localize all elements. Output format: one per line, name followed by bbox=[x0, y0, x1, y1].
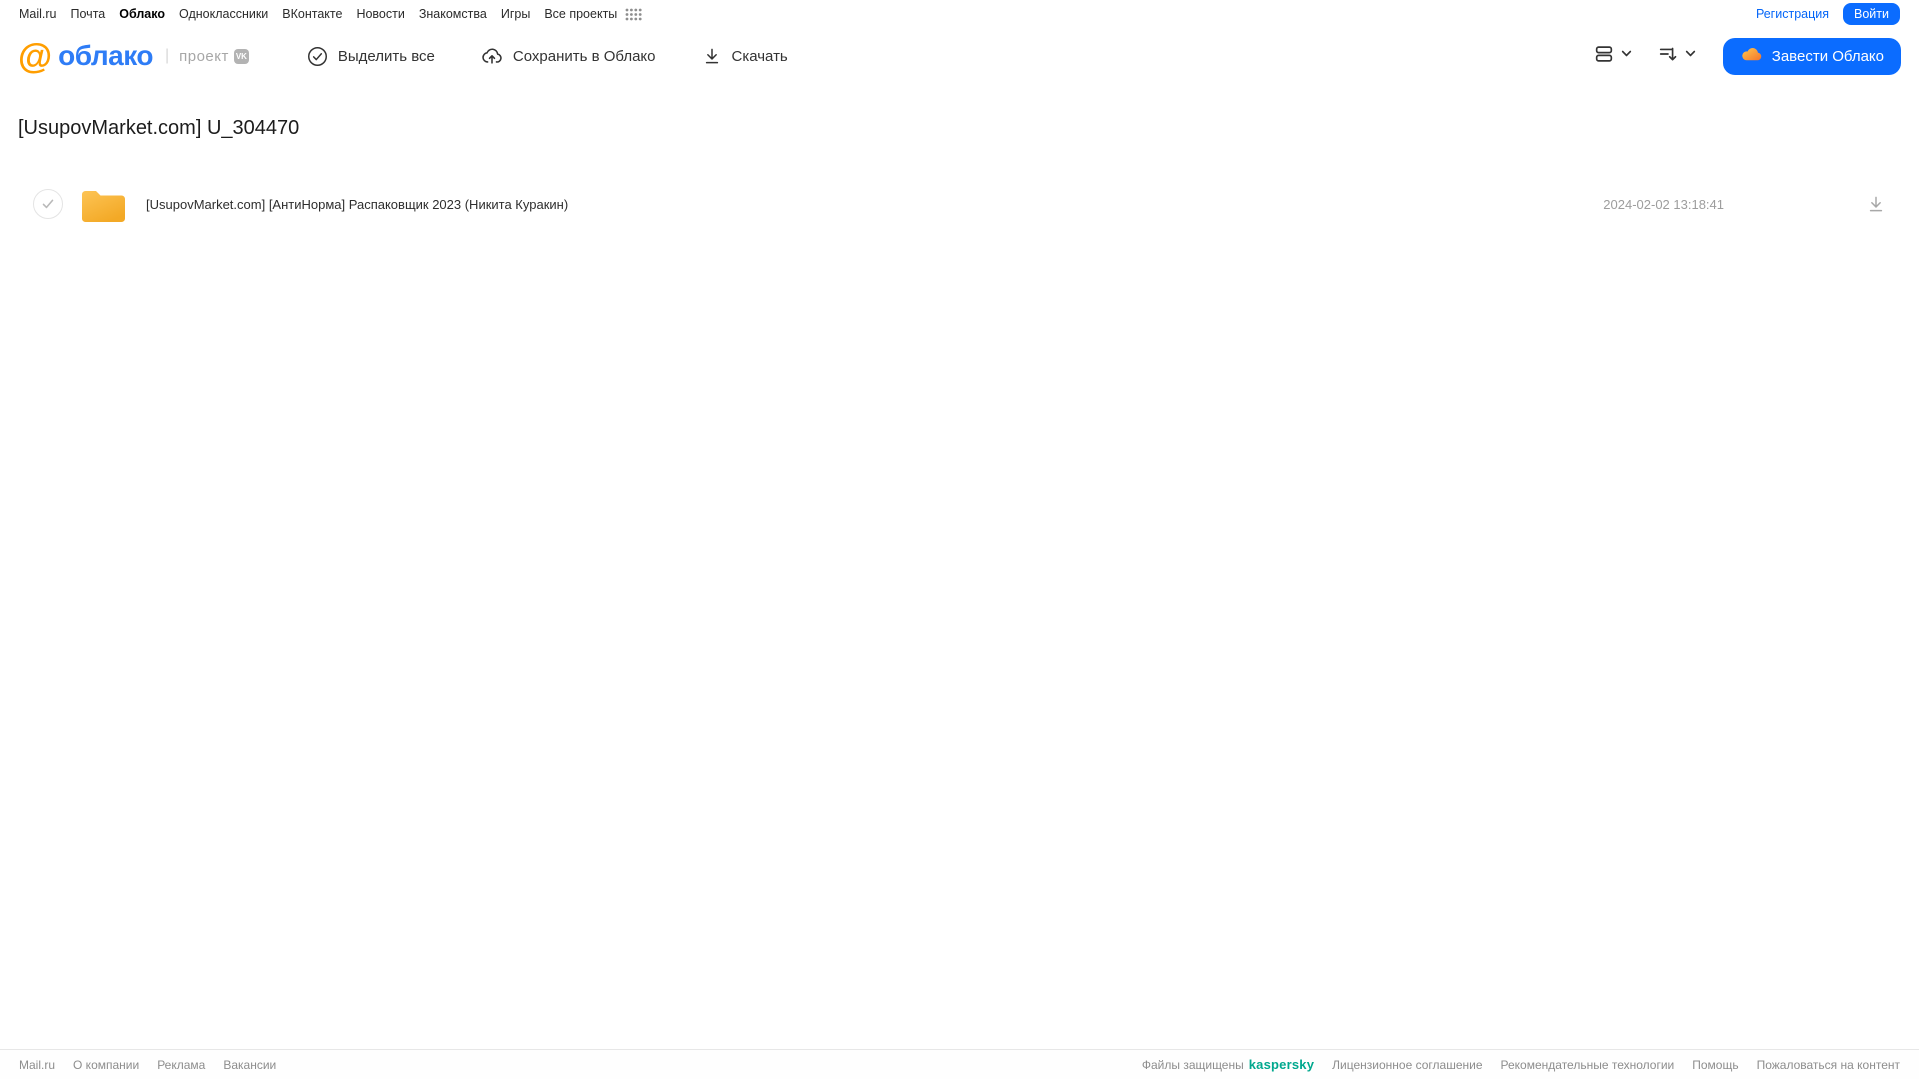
row-select-checkbox[interactable] bbox=[33, 189, 63, 219]
folder-icon bbox=[80, 185, 127, 224]
footer-mailru-link[interactable]: Mail.ru bbox=[19, 1058, 55, 1072]
orange-cloud-icon bbox=[1740, 43, 1763, 70]
header-bar: @ облако | проект VK Выделить все Сохран… bbox=[0, 30, 1919, 82]
footer-help-link[interactable]: Помощь bbox=[1692, 1058, 1738, 1072]
registration-link[interactable]: Регистрация bbox=[1756, 7, 1829, 21]
file-date: 2024-02-02 13:18:41 bbox=[1603, 196, 1724, 212]
mailru-at-icon: @ bbox=[18, 36, 53, 76]
nav-mailru[interactable]: Mail.ru bbox=[19, 7, 57, 21]
logo-divider: | bbox=[164, 47, 170, 64]
download-icon bbox=[702, 46, 722, 66]
select-all-label: Выделить все bbox=[337, 47, 435, 65]
create-cloud-label: Завести Облако bbox=[1771, 47, 1884, 65]
header-right-controls: Завести Облако bbox=[1593, 37, 1901, 75]
footer-jobs-link[interactable]: Вакансии bbox=[223, 1058, 276, 1072]
row-download-icon[interactable] bbox=[1866, 194, 1886, 214]
file-name-link[interactable]: [UsupovMarket.com] [АнтиНорма] Распаковщ… bbox=[146, 197, 1603, 212]
download-label: Скачать bbox=[731, 47, 788, 65]
project-vk-tag: | проект VK bbox=[165, 47, 249, 65]
view-mode-icon bbox=[1593, 43, 1615, 70]
view-mode-dropdown[interactable] bbox=[1593, 43, 1633, 70]
sort-dropdown[interactable] bbox=[1657, 43, 1697, 70]
nav-novosti[interactable]: Новости bbox=[356, 7, 404, 21]
file-list-row[interactable]: [UsupovMarket.com] [АнтиНорма] Распаковщ… bbox=[0, 180, 1919, 228]
project-label: проект bbox=[179, 47, 229, 65]
chevron-down-icon bbox=[1684, 47, 1697, 65]
login-button[interactable]: Войти bbox=[1843, 3, 1900, 25]
logo-wordmark: облако bbox=[58, 40, 153, 71]
cloud-logo[interactable]: @ облако bbox=[18, 39, 153, 74]
nav-igry[interactable]: Игры bbox=[501, 7, 530, 21]
protected-label: Файлы защищены bbox=[1141, 1057, 1244, 1072]
vk-logo-icon: VK bbox=[233, 48, 249, 64]
footer-about-link[interactable]: О компании bbox=[73, 1058, 139, 1072]
actions-toolbar: Выделить все Сохранить в Облако Скачать bbox=[307, 45, 788, 67]
page-title: [UsupovMarket.com] U_304470 bbox=[18, 117, 300, 139]
nav-oblako[interactable]: Облако bbox=[119, 7, 165, 21]
nav-odnoklassniki[interactable]: Одноклассники bbox=[179, 7, 268, 21]
footer-report-link[interactable]: Пожаловаться на контент bbox=[1757, 1058, 1900, 1072]
portal-nav: Mail.ru Почта Облако Одноклассники ВКонт… bbox=[0, 0, 1919, 28]
kaspersky-logo[interactable]: kaspersky bbox=[1249, 1057, 1314, 1072]
all-projects-grid-icon[interactable] bbox=[625, 8, 642, 21]
footer-license-link[interactable]: Лицензионное соглашение bbox=[1332, 1058, 1482, 1072]
check-circle-icon bbox=[307, 46, 328, 67]
download-button[interactable]: Скачать bbox=[702, 46, 788, 66]
save-to-cloud-label: Сохранить в Облако bbox=[512, 47, 656, 65]
create-cloud-button[interactable]: Завести Облако bbox=[1722, 37, 1901, 75]
select-all-button[interactable]: Выделить все bbox=[307, 46, 435, 67]
kaspersky-protection: Файлы защищены kaspersky bbox=[1142, 1057, 1314, 1072]
cloud-upload-icon bbox=[481, 45, 503, 67]
nav-znakomstva[interactable]: Знакомства bbox=[419, 7, 487, 21]
nav-pochta[interactable]: Почта bbox=[71, 7, 106, 21]
footer-ads-link[interactable]: Реклама bbox=[157, 1058, 205, 1072]
sort-icon bbox=[1657, 43, 1679, 70]
footer-recommendations-link[interactable]: Рекомендательные технологии bbox=[1501, 1058, 1675, 1072]
nav-vse-proekty[interactable]: Все проекты bbox=[544, 7, 617, 21]
chevron-down-icon bbox=[1620, 47, 1633, 65]
save-to-cloud-button[interactable]: Сохранить в Облако bbox=[481, 45, 656, 67]
footer-bar: Mail.ru О компании Реклама Вакансии Файл… bbox=[0, 1049, 1919, 1079]
nav-vkontakte[interactable]: ВКонтакте bbox=[282, 7, 342, 21]
